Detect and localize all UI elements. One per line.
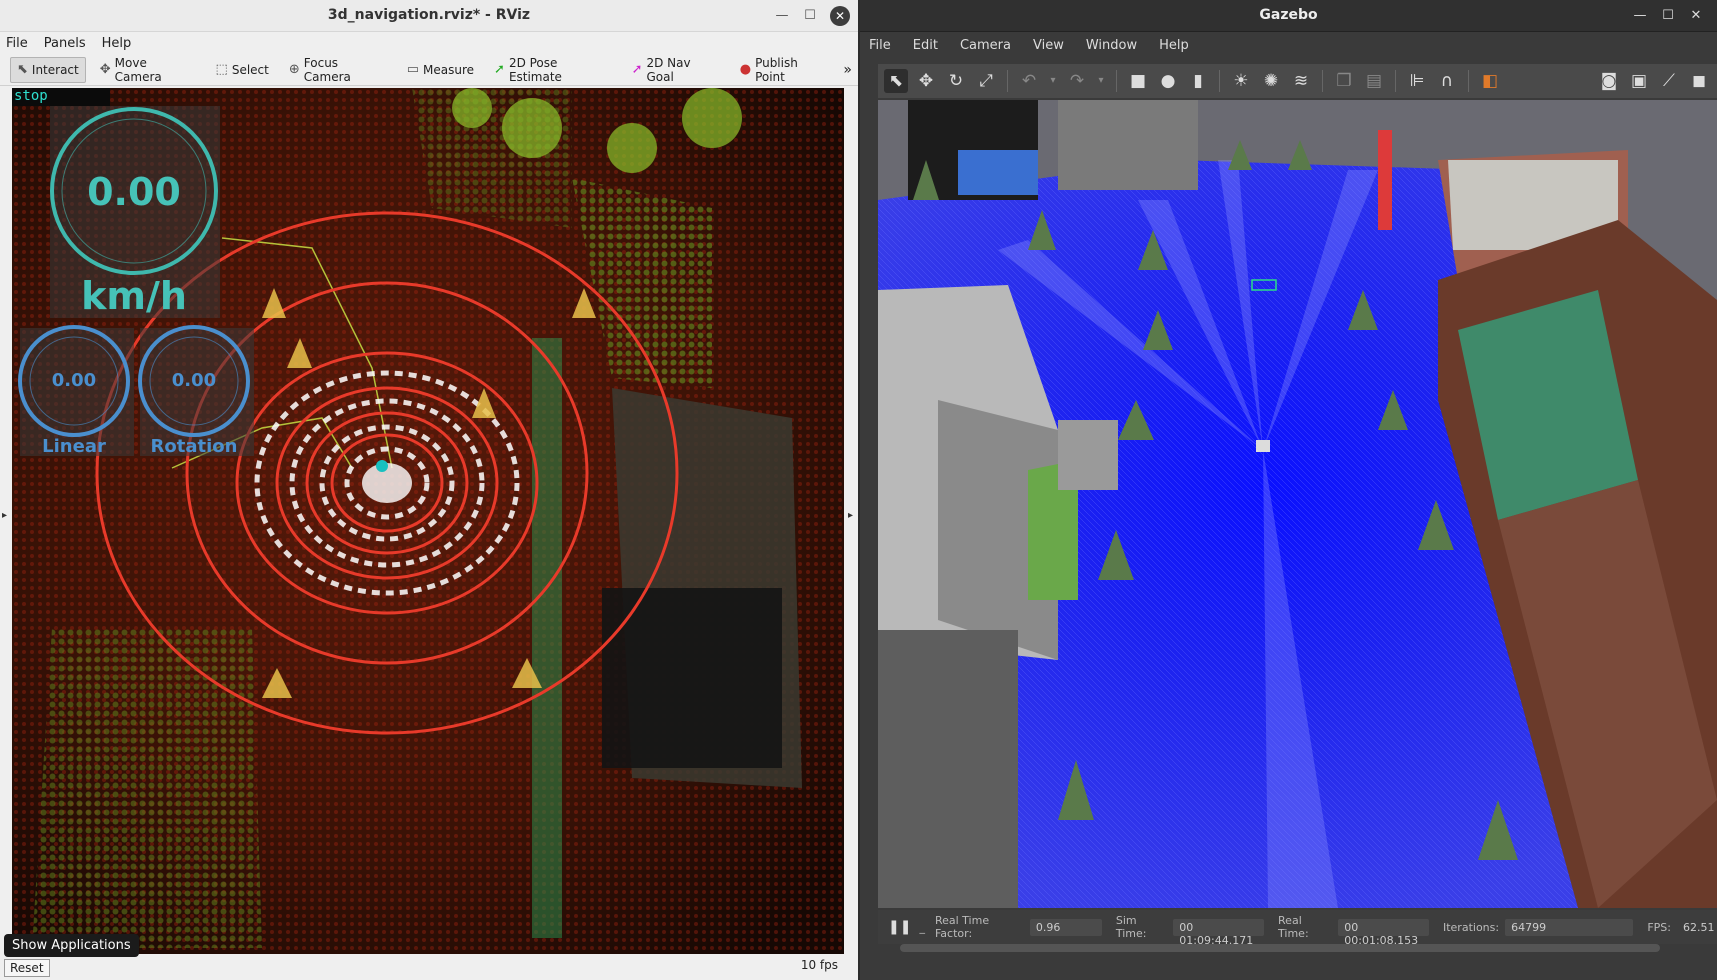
select-mode-icon[interactable]: ⬉ [884, 69, 908, 93]
tool-interact[interactable]: ⬉ Interact [10, 56, 86, 83]
sim-time-value: 00 01:09:44.171 [1173, 918, 1265, 947]
cursor-icon: ⬉ [17, 62, 28, 77]
gazebo-menubar: File Edit Camera View Window Help [860, 32, 1717, 58]
ruler-icon: ▭ [406, 62, 420, 77]
fps-value: 62.51 [1682, 920, 1715, 934]
rviz-menubar: File Panels Help [0, 32, 858, 54]
minimize-icon[interactable]: — [772, 6, 792, 26]
fps-label: FPS: [1647, 920, 1671, 934]
undo-dropdown-icon[interactable]: ▾ [1047, 69, 1059, 93]
log-icon[interactable]: ▣ [1627, 69, 1651, 93]
plot-icon[interactable]: ⟋ [1657, 69, 1681, 93]
horizontal-scrollbar[interactable] [900, 944, 1660, 952]
tool-select[interactable]: ⬚ Select [210, 57, 275, 83]
toolbar-overflow-icon[interactable]: » [843, 62, 852, 78]
gazebo-window: Gazebo — ☐ ✕ File Edit Camera View Windo… [860, 0, 1717, 980]
rviz-toolbar: ⬉ Interact ✥ Move Camera ⬚ Select ⊕ Focus Ca… [0, 54, 858, 86]
linear-value: 0.00 [51, 370, 97, 391]
focus-camera-icon: ⊕ [288, 62, 300, 77]
move-camera-icon: ✥ [99, 62, 111, 77]
cylinder-shape-icon[interactable]: ▮ [1186, 69, 1210, 93]
minimize-icon[interactable]: — [1630, 6, 1650, 26]
paste-icon[interactable]: ▤ [1362, 69, 1386, 93]
record-video-icon[interactable]: ◼ [1687, 69, 1711, 93]
fps-readout: 10 fps [800, 958, 838, 972]
reset-button[interactable]: Reset [4, 959, 50, 977]
point-cloud-render [12, 88, 844, 954]
real-time-factor-value: 0.96 [1029, 918, 1102, 936]
real-time-label: Real Time: [1278, 914, 1309, 940]
tool-measure[interactable]: ▭ Measure [401, 57, 480, 83]
directional-light-icon[interactable]: ≋ [1289, 69, 1313, 93]
rviz-titlebar[interactable]: 3d_navigation.rviz* - RViz — ☐ ✕ [0, 0, 858, 32]
linear-label: Linear [42, 436, 106, 457]
iterations-label: Iterations: [1442, 920, 1500, 934]
spot-light-icon[interactable]: ✺ [1259, 69, 1283, 93]
sphere-shape-icon[interactable]: ● [1156, 69, 1180, 93]
tool-move-camera[interactable]: ✥ Move Camera [94, 56, 202, 84]
tool-publish-point[interactable]: ● Publish Point [734, 56, 836, 84]
rviz-window-title: 3d_navigation.rviz* - RViz [327, 7, 531, 23]
real-time-factor-label: Real Time Factor: [934, 914, 990, 940]
speed-value: 0.00 [87, 170, 181, 214]
pause-icon[interactable]: ❚❚ [888, 919, 911, 935]
maximize-icon[interactable]: ☐ [800, 6, 820, 26]
gazebo-scene-render [878, 100, 1717, 908]
rotate-mode-icon[interactable]: ↻ [944, 69, 968, 93]
change-view-icon[interactable]: ◧ [1478, 69, 1502, 93]
map-pin-icon: ● [739, 62, 752, 77]
gazebo-status-bar: ❚❚ _ Real Time Factor: 0.96 Sim Time: 00… [878, 910, 1717, 947]
gazebo-window-title: Gazebo [1259, 7, 1318, 23]
translate-mode-icon[interactable]: ✥ [914, 69, 938, 93]
align-icon[interactable]: ⊫ [1405, 69, 1429, 93]
menu-help[interactable]: Help [102, 36, 132, 51]
speed-unit: km/h [81, 274, 187, 318]
copy-icon[interactable]: ❐ [1332, 69, 1356, 93]
right-panel-collapse-icon[interactable]: ▸ [848, 510, 853, 521]
select-icon: ⬚ [215, 62, 228, 77]
gazebo-titlebar[interactable]: Gazebo — ☐ ✕ [860, 0, 1717, 32]
screenshot-icon[interactable]: ◙ [1597, 69, 1621, 93]
snap-icon[interactable]: ∩ [1435, 69, 1459, 93]
menu-panels[interactable]: Panels [44, 36, 86, 51]
scale-mode-icon[interactable]: ⤢ [974, 69, 998, 93]
point-light-icon[interactable]: ☀ [1229, 69, 1253, 93]
menu-view[interactable]: View [1033, 38, 1064, 53]
menu-window[interactable]: Window [1086, 38, 1137, 53]
tool-focus-camera[interactable]: ⊕ Focus Camera [283, 56, 393, 84]
nav-goal-arrow-icon: ➚ [631, 62, 643, 77]
box-shape-icon[interactable]: ■ [1126, 69, 1150, 93]
tool-2d-nav-goal[interactable]: ➚ 2D Nav Goal [626, 56, 726, 84]
rviz-window: 3d_navigation.rviz* - RViz — ☐ ✕ File Pa… [0, 0, 858, 980]
tool-2d-pose-estimate[interactable]: ➚ 2D Pose Estimate [488, 56, 618, 84]
menu-file[interactable]: File [6, 36, 28, 51]
left-panel-collapse-icon[interactable]: ▸ [2, 510, 7, 521]
redo-dropdown-icon[interactable]: ▾ [1095, 69, 1107, 93]
pose-arrow-icon: ➚ [494, 62, 505, 77]
rotation-value: 0.00 [171, 370, 217, 391]
menu-edit[interactable]: Edit [913, 38, 938, 53]
real-time-value: 00 00:01:08.153 [1338, 918, 1429, 947]
gazebo-3d-viewport[interactable] [878, 100, 1717, 908]
rotation-label: Rotation [150, 436, 238, 457]
gazebo-toolbar: ⬉ ✥ ↻ ⤢ ↶ ▾ ↷ ▾ ■ ● ▮ ☀ ✺ ≋ ❐ ▤ ⊫ ∩ ◧ ◙ … [878, 64, 1717, 98]
rviz-3d-viewport[interactable]: stop 0.00 km/h 0.00 Linear 0.00 Rotation [12, 88, 844, 954]
maximize-icon[interactable]: ☐ [1658, 6, 1678, 26]
menu-camera[interactable]: Camera [960, 38, 1011, 53]
close-icon[interactable]: ✕ [830, 6, 850, 26]
sim-time-label: Sim Time: [1115, 914, 1147, 940]
redo-icon[interactable]: ↷ [1065, 69, 1089, 93]
rviz-status-bar: Reset 10 fps [0, 954, 858, 980]
undo-icon[interactable]: ↶ [1017, 69, 1041, 93]
step-icon[interactable]: _ [919, 921, 925, 934]
show-applications-tooltip: Show Applications [4, 934, 139, 957]
close-icon[interactable]: ✕ [1686, 6, 1706, 26]
menu-file[interactable]: File [869, 38, 891, 53]
menu-help[interactable]: Help [1159, 38, 1189, 53]
iterations-value: 64799 [1505, 918, 1634, 936]
status-label: stop [12, 88, 110, 106]
